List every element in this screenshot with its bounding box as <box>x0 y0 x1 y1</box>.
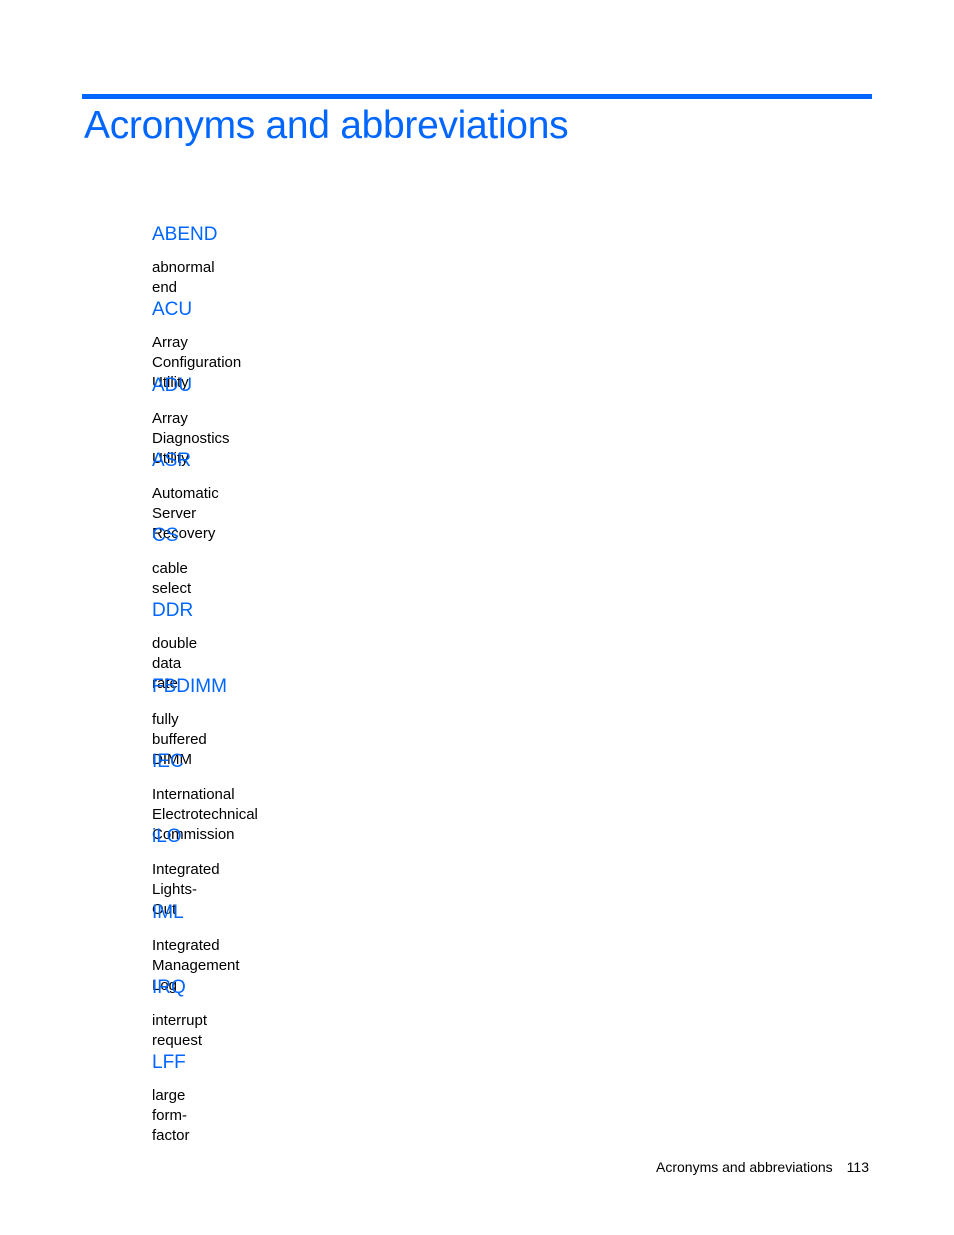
acronym-definition: interrupt request <box>152 1011 208 1049</box>
acronym-term: ACU <box>152 299 193 321</box>
acronym-definition: large form-factor <box>152 1087 190 1145</box>
acronym-term: ABEND <box>152 224 218 245</box>
acronym-definition: cable select <box>152 560 192 598</box>
acronym-term: DDR <box>152 600 194 622</box>
acronym-term: IML <box>152 901 184 923</box>
page-footer: Acronyms and abbreviations 113 <box>656 1158 869 1176</box>
acronym-term: ADU <box>152 374 193 396</box>
page-number: 113 <box>846 1159 869 1175</box>
page-title: Acronyms and abbreviations <box>84 104 569 147</box>
acronym-term: FBDIMM <box>152 675 227 697</box>
acronym-term: IRQ <box>152 976 186 998</box>
title-rule <box>82 94 872 99</box>
acronym-term: IEC <box>152 751 184 773</box>
acronym-term: iLO <box>152 826 182 848</box>
acronym-term: ASR <box>152 449 192 471</box>
acronym-term: LFF <box>152 1052 186 1074</box>
footer-section-title: Acronyms and abbreviations <box>656 1159 833 1175</box>
acronym-term: CS <box>152 525 179 547</box>
acronym-definition: abnormal end <box>152 259 215 296</box>
